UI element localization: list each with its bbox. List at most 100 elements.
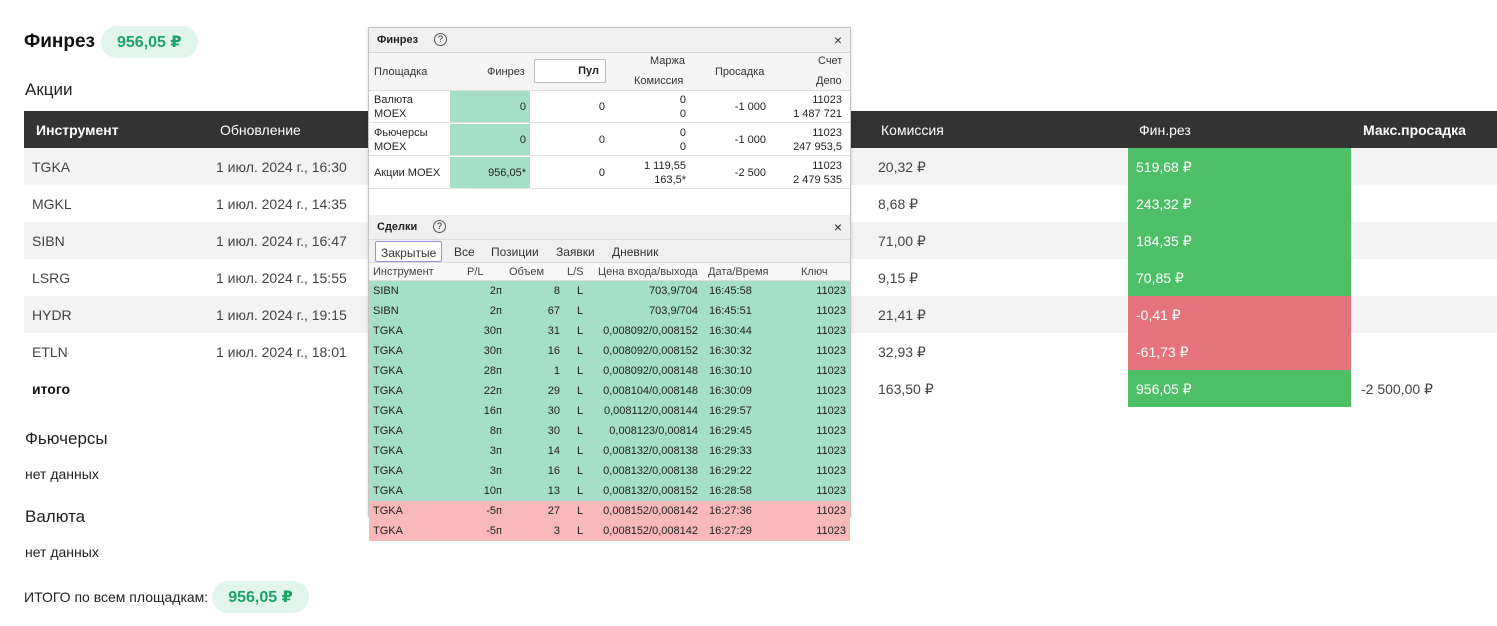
deal-instrument: TGKA: [373, 425, 403, 437]
col-deal-volume[interactable]: Объем: [509, 266, 544, 278]
col-instrument[interactable]: Инструмент: [36, 122, 119, 138]
tab-orders[interactable]: Заявки: [551, 241, 600, 262]
row-ticker: LSRG: [32, 270, 71, 286]
col-drawdown[interactable]: Макс.просадка: [1363, 122, 1466, 138]
deal-price: 703,9/704: [649, 285, 698, 297]
deal-instrument: TGKA: [373, 365, 403, 377]
close-icon[interactable]: ×: [834, 32, 842, 48]
tab-closed[interactable]: Закрытые: [375, 241, 443, 262]
deal-time: 16:28:58: [709, 485, 752, 497]
row-commission: 71,00 ₽: [878, 233, 926, 249]
pul-button[interactable]: Пул: [534, 59, 606, 83]
col-deal-price[interactable]: Цена входа/выхода: [598, 266, 698, 278]
stocks-section-title: Акции: [25, 80, 73, 99]
row-updated: 1 июл. 2024 г., 16:30: [216, 159, 347, 175]
col-deal-instrument[interactable]: Инструмент: [373, 266, 434, 278]
finres-row[interactable]: Фьючерсы MOEX 0 0 0 0 -1 000 11023 247 953,5: [369, 124, 850, 156]
tab-journal[interactable]: Дневник: [607, 241, 663, 262]
row-commission: 0: [679, 141, 686, 153]
total-label: итого: [32, 381, 71, 397]
deal-ls: L: [577, 325, 584, 337]
deal-time: 16:30:10: [709, 365, 752, 377]
deal-volume: 30: [547, 425, 560, 437]
row-ticker: TGKA: [32, 159, 71, 175]
row-platform: Валюта: [374, 94, 413, 106]
row-ticker: SIBN: [32, 233, 65, 249]
col-commission[interactable]: Комиссия: [881, 122, 944, 138]
col-updated[interactable]: Обновление: [220, 122, 301, 138]
deal-instrument: TGKA: [373, 445, 403, 457]
deal-price: 0,008092/0,008148: [603, 365, 698, 377]
deal-ls: L: [577, 285, 584, 297]
help-icon[interactable]: ?: [434, 33, 447, 46]
deal-pl: 3п: [489, 465, 502, 477]
deal-volume: 27: [547, 505, 560, 517]
col-deal-pl[interactable]: P/L: [467, 266, 484, 278]
deal-pl: 28п: [483, 365, 502, 377]
col-deal-ls[interactable]: L/S: [567, 266, 584, 278]
deal-row[interactable]: SIBN 2п 8 L 703,9/704 16:45:58 11023: [369, 281, 850, 301]
row-ticker: HYDR: [32, 307, 72, 323]
finres-row[interactable]: Акции MOEX 956,05* 0 1 119,55 163,5* -2 500 11…: [369, 157, 850, 189]
row-commission: 32,93 ₽: [878, 344, 926, 360]
col-deal-datetime[interactable]: Дата/Время: [708, 266, 769, 278]
deals-help-icon[interactable]: ?: [433, 220, 446, 233]
deal-row[interactable]: TGKA 16п 30 L 0,008112/0,008144 16:29:57 11023: [369, 401, 850, 421]
row-updated: 1 июл. 2024 г., 15:55: [216, 270, 347, 286]
deal-instrument: SIBN: [373, 305, 399, 317]
deal-price: 0,008112/0,008144: [604, 405, 698, 417]
deal-pl: 30п: [483, 345, 502, 357]
deal-ls: L: [577, 485, 584, 497]
deal-ls: L: [577, 465, 584, 477]
grand-total-label: ИТОГО по всем площадкам:: [24, 589, 209, 605]
deal-row[interactable]: TGKA 30п 16 L 0,008092/0,008152 16:30:32 11023: [369, 341, 850, 361]
row-finres: 0: [519, 101, 526, 113]
finres-cell-bg: [450, 91, 530, 122]
deal-key: 11023: [816, 425, 846, 437]
deal-instrument: TGKA: [373, 345, 403, 357]
deal-key: 11023: [816, 285, 846, 297]
deal-row[interactable]: TGKA 10п 13 L 0,008132/0,008152 16:28:58 11023: [369, 481, 850, 501]
deal-row[interactable]: TGKA 3п 14 L 0,008132/0,008138 16:29:33 11023: [369, 441, 850, 461]
deal-time: 16:29:33: [709, 445, 752, 457]
row-account: 11023: [812, 160, 842, 172]
deal-pl: 3п: [489, 445, 502, 457]
deal-row[interactable]: TGKA 30п 31 L 0,008092/0,008152 16:30:44 11023: [369, 321, 850, 341]
deals-close-icon[interactable]: ×: [834, 219, 842, 235]
deal-ls: L: [577, 305, 584, 317]
deal-time: 16:45:58: [709, 285, 752, 297]
deal-pl: 22п: [483, 385, 502, 397]
tab-positions[interactable]: Позиции: [486, 241, 544, 262]
deal-instrument: TGKA: [373, 325, 403, 337]
row-ticker: MGKL: [32, 196, 72, 212]
deal-row[interactable]: TGKA -5п 27 L 0,008152/0,008142 16:27:36 11023: [369, 501, 850, 521]
col-finres[interactable]: Фин.рез: [1139, 122, 1191, 138]
widget-header: Финрез ? ×: [369, 28, 850, 53]
deal-price: 0,008104/0,008148: [603, 385, 698, 397]
finres-row[interactable]: Валюта MOEX 0 0 0 0 -1 000 11023 1 487 721: [369, 91, 850, 123]
row-finres: 0: [519, 134, 526, 146]
futures-section-title: Фьючерсы: [25, 429, 108, 448]
deal-ls: L: [577, 365, 584, 377]
deal-row[interactable]: TGKA 8п 30 L 0,008123/0,00814 16:29:45 11023: [369, 421, 850, 441]
deal-price: 703,9/704: [649, 305, 698, 317]
row-pul: 0: [598, 167, 605, 179]
deal-pl: 8п: [489, 425, 502, 437]
deal-pl: 10п: [483, 485, 502, 497]
row-margin: 1 119,55: [643, 160, 686, 172]
row-drawdown: -1 000: [734, 134, 766, 146]
col-deal-key[interactable]: Ключ: [801, 266, 828, 278]
deal-row[interactable]: TGKA 3п 16 L 0,008132/0,008138 16:29:22 11023: [369, 461, 850, 481]
deal-row[interactable]: TGKA 22п 29 L 0,008104/0,008148 16:30:09 11023: [369, 381, 850, 401]
deal-time: 16:29:57: [709, 405, 752, 417]
deal-volume: 14: [547, 445, 560, 457]
tab-all[interactable]: Все: [449, 241, 480, 262]
deal-row[interactable]: TGKA 28п 1 L 0,008092/0,008148 16:30:10 11023: [369, 361, 850, 381]
deal-row[interactable]: SIBN 2п 67 L 703,9/704 16:45:51 11023: [369, 301, 850, 321]
deal-row[interactable]: TGKA -5п 3 L 0,008152/0,008142 16:27:29 11023: [369, 521, 850, 541]
row-platform-sub: MOEX: [374, 141, 407, 153]
finres-table-header: Площадка Финрез Пул Маржа Комиссия Проса…: [369, 53, 850, 91]
deal-time: 16:29:45: [709, 425, 752, 437]
deal-price: 0,008092/0,008152: [603, 345, 698, 357]
futures-empty: нет данных: [25, 466, 99, 482]
